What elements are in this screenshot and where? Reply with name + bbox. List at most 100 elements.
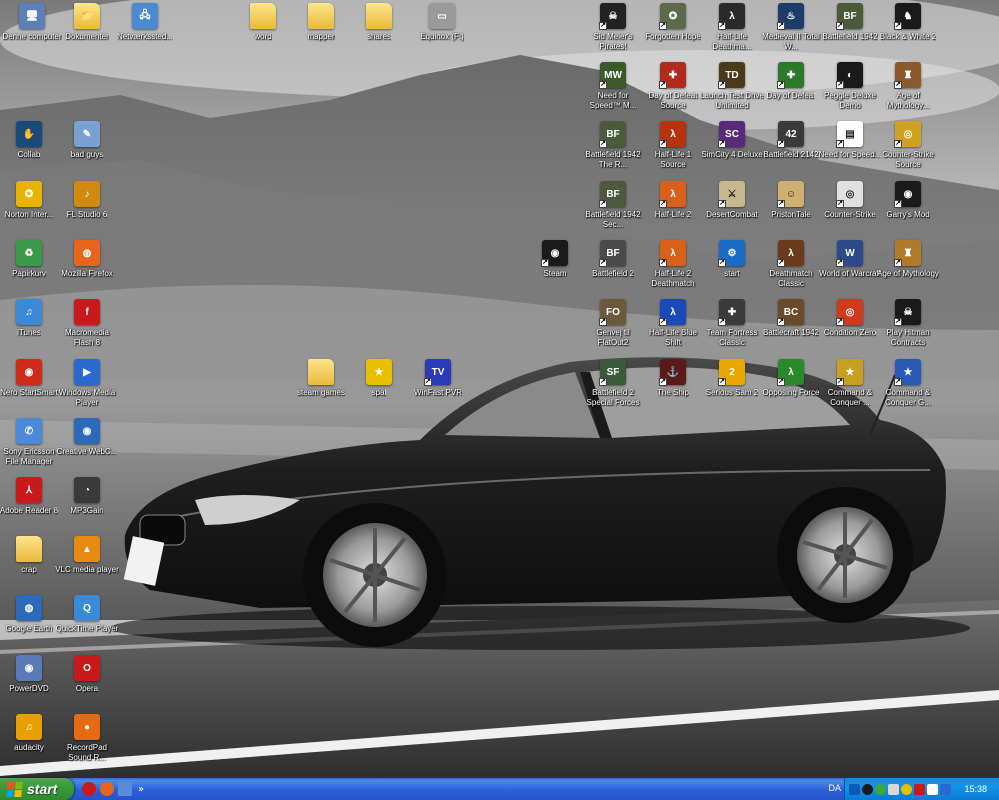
desktop-icon-windows-media-player[interactable]: ▶ Windows Media Player [55, 359, 119, 415]
desktop-icon-day-of-defeat[interactable]: ✚ ↗ Day of Defeat [759, 62, 823, 118]
forgotten-hope-icon: ✪ ↗ [659, 3, 686, 30]
network-tray-icon[interactable] [888, 783, 899, 795]
antivirus-tray-icon[interactable] [914, 783, 925, 795]
desktop-icon-half-life-deathma[interactable]: λ ↗ Half-Life Deathma... [700, 3, 764, 59]
desktop-icon-audacity[interactable]: ♫ audacity [0, 714, 61, 770]
desktop-icon-norton-inter[interactable]: ✪ Norton Inter... [0, 181, 61, 237]
desktop-icon-adobe-reader-8[interactable]: ⅄ Adobe Reader 8 [0, 477, 61, 533]
vlc-media-player-icon: ▲ [74, 536, 100, 562]
desktop-icon-condition-zero[interactable]: ◎ ↗ Condition Zero [818, 299, 882, 355]
desktop-icon-simcity-4-deluxe[interactable]: SC ↗ SimCity 4 Deluxe [700, 121, 764, 177]
desktop-icon-battlefield-2-special-forces[interactable]: SF ↗ Battlefield 2 Special Forces [581, 359, 645, 415]
desktop-icon-battlefield-2[interactable]: BF ↗ Battlefield 2 [581, 240, 645, 296]
desktop-icon-serious-sam-2[interactable]: 2 ↗ Serious Sam 2 [700, 359, 764, 415]
desktop-icon-battlefield-1942[interactable]: BF ↗ Battlefield 1942 [818, 3, 882, 59]
desktop-icon-half-life-1-source[interactable]: λ ↗ Half-Life 1 Source [641, 121, 705, 177]
desktop-icon-label: Mozilla Firefox [61, 269, 113, 278]
desktop-icon-command-conquer[interactable]: ★ ↗ Command & Conquer ... [818, 359, 882, 415]
desktop-icon-command-conquer-g[interactable]: ★ ↗ Command & Conquer G... [876, 359, 940, 415]
desktop-icon-opera[interactable]: O Opera [55, 655, 119, 711]
desktop-icon-deathmatch-classic[interactable]: λ ↗ Deathmatch Classic [759, 240, 823, 296]
desktop-icon-shares[interactable]: shares [347, 3, 411, 59]
desktop-icon-world-of-warcraft[interactable]: W ↗ World of Warcraft [818, 240, 882, 296]
desktop-icon-label: Collab [17, 150, 41, 159]
desktop-icon-day-of-defeat-source[interactable]: ✚ ↗ Day of Defeat Source [641, 62, 705, 118]
desktop-icon-bad-guys[interactable]: ✎ bad guys [55, 121, 119, 177]
desktop-icon-black-white-2[interactable]: ♞ ↗ Black & White 2 [876, 3, 940, 59]
desktop-icon-launch-test-drive-unlimited[interactable]: TD ↗ Launch Test Drive Unlimited [700, 62, 764, 118]
desktop-icon-google-earth[interactable]: ◍ Google Earth [0, 595, 61, 651]
quick-launch-more-icon[interactable]: » [138, 784, 144, 795]
desktop-icon-peggle-deluxe-demo[interactable]: ◐ ↗ Peggle Deluxe Demo [818, 62, 882, 118]
desktop-icon-label: Battlefield 2 [592, 269, 634, 278]
desktop-icon-battlefield-1942-the-r[interactable]: BF ↗ Battlefield 1942 The R... [581, 121, 645, 177]
desktop-icon-recordpad-sound-r[interactable]: ● RecordPad Sound R... [55, 714, 119, 770]
desktop-icon-need-for-speed-m[interactable]: MW ↗ Need for Speed™ M... [581, 62, 645, 118]
desktop-icon-opposing-force[interactable]: λ ↗ Opposing Force [759, 359, 823, 415]
desktop-icon-pristontale[interactable]: ☺ ↗ PristonTale [759, 181, 823, 237]
desktop-icon-battlefield-1942-sec[interactable]: BF ↗ Battlefield 1942 Sec... [581, 181, 645, 237]
desktop-icon-sid-meier-s-pirates[interactable]: ☠ ↗ Sid Meier's Pirates! [581, 3, 645, 59]
desktop-icon-battlefield-2142[interactable]: 42 ↗ Battlefield 2142 [759, 121, 823, 177]
peggle-deluxe-demo-icon: ◐ ↗ [836, 62, 863, 89]
desktop-icon-start[interactable]: ⚙ ↗ start [700, 240, 764, 296]
update-tray-icon[interactable] [940, 783, 951, 795]
desktop-icon-powerdvd[interactable]: ◉ PowerDVD [0, 655, 61, 711]
desktop-icon-medieval-ii-total-w[interactable]: ♨ ↗ Medieval II Total W... [759, 3, 823, 59]
desktop-icon-netv-rkssted[interactable]: 🖧 Netværkssted... [113, 3, 177, 59]
tray-expand-icon[interactable] [849, 783, 860, 795]
msn-tray-icon[interactable] [875, 783, 886, 795]
language-indicator[interactable]: DA [828, 783, 841, 793]
desktop-icon-team-fortress-classic[interactable]: ✚ ↗ Team Fortress Classic [700, 299, 764, 355]
desktop-icon-winfast-pvr[interactable]: TV ↗ WinFast PVR [406, 359, 470, 415]
desktop-icon-nero-startsmart[interactable]: ◉ Nero StartSmart [0, 359, 61, 415]
desktop-icon-mp3gain[interactable]: ◔ MP3Gain [55, 477, 119, 533]
steam-tray-icon[interactable] [862, 783, 873, 795]
desktop-icon-papirkurv[interactable]: ♻ Papirkurv [0, 240, 61, 296]
desktop-icon-dokumenter[interactable]: 📁 Dokumenter [55, 3, 119, 59]
desktop-icon-mozilla-firefox[interactable]: ◍ Mozilla Firefox [55, 240, 119, 296]
desktop-icon-half-life-blue-shift[interactable]: λ ↗ Half-Life Blue Shift [641, 299, 705, 355]
desktop-icon-spal[interactable]: ★ spal [347, 359, 411, 415]
shortcut-arrow-icon: ↗ [599, 378, 607, 386]
firefox-quicklaunch-icon[interactable] [100, 782, 114, 796]
desktop-icon-equinox-f[interactable]: ▭ Equinox (F:) [410, 3, 474, 59]
desktop-icon-battlecraft-1942[interactable]: BC ↗ Battlecraft 1942 [759, 299, 823, 355]
desktop-icon-age-of-mythology[interactable]: ♜ ↗ Age of Mythology [876, 240, 940, 296]
desktop-icon-forgotten-hope[interactable]: ✪ ↗ Forgotten Hope [641, 3, 705, 59]
desktop-icon-the-ship[interactable]: ⚓ ↗ The Ship [641, 359, 705, 415]
desktop-icon-itunes[interactable]: ♫ iTunes [0, 299, 61, 355]
desktop-icon-creative-webc[interactable]: ◉ Creative WebC... [55, 418, 119, 474]
desktop-icon-counter-strike[interactable]: ◎ ↗ Counter-Strike [818, 181, 882, 237]
desktop-icon-crap[interactable]: crap [0, 536, 61, 592]
desktop-icon-macromedia-flash-8[interactable]: f Macromedia Flash 8 [55, 299, 119, 355]
desktop-icon-genvej-til-flatout2[interactable]: FO ↗ Genvej til FlatOut2 [581, 299, 645, 355]
desktop-icon-collab[interactable]: ✋ Collab [0, 121, 61, 177]
desktop-icon-desertcombat[interactable]: ⚔ ↗ DesertCombat [700, 181, 764, 237]
desktop-icon-counter-strike-source[interactable]: ◎ ↗ Counter-Strike Source [876, 121, 940, 177]
opera-quicklaunch-icon[interactable] [82, 782, 96, 796]
desktop-icon-quicktime-player[interactable]: Q QuickTime Player [55, 595, 119, 651]
desktop-icon-word[interactable]: word [231, 3, 295, 59]
desktop-icon-sony-ericsson-file-manager[interactable]: ✆ Sony Ericsson File Manager [0, 418, 61, 474]
desktop-icon-vlc-media-player[interactable]: ▲ VLC media player [55, 536, 119, 592]
desktop-icon-half-life-2-deathmatch[interactable]: λ ↗ Half-Life 2 Deathmatch [641, 240, 705, 296]
security-tray-icon[interactable] [901, 783, 912, 795]
desktop-icon-steam-games[interactable]: steam games [289, 359, 353, 415]
volume-tray-icon[interactable] [927, 783, 938, 795]
launch-test-drive-unlimited-icon: TD ↗ [718, 62, 745, 89]
desktop-icon-play-hitman-contracts[interactable]: ☠ ↗ Play Hitman Contracts [876, 299, 940, 355]
desktop-icon-mapper[interactable]: mapper [289, 3, 353, 59]
desktop-icon-need-for-speed[interactable]: ▤ ↗ Need for Speed... [818, 121, 882, 177]
desktop-icon-fl-studio-6[interactable]: ♪ FL Studio 6 [55, 181, 119, 237]
collab-icon: ✋ [16, 121, 42, 147]
desktop-icon-label: Need for Speed™ M... [589, 91, 637, 110]
desktop-quicklaunch-icon[interactable] [118, 782, 132, 796]
start-button[interactable]: start [0, 778, 74, 800]
desktop-icon-garry-s-mod[interactable]: ◉ ↗ Garry's Mod [876, 181, 940, 237]
deathmatch-classic-icon: λ ↗ [777, 240, 804, 267]
desktop-icon-steam[interactable]: ◉ ↗ Steam [523, 240, 587, 296]
desktop-icon-half-life-2[interactable]: λ ↗ Half-Life 2 [641, 181, 705, 237]
clock[interactable]: 15:38 [964, 784, 987, 794]
desktop-icon-age-of-mythology[interactable]: ♜ ↗ Age of Mythology... [876, 62, 940, 118]
